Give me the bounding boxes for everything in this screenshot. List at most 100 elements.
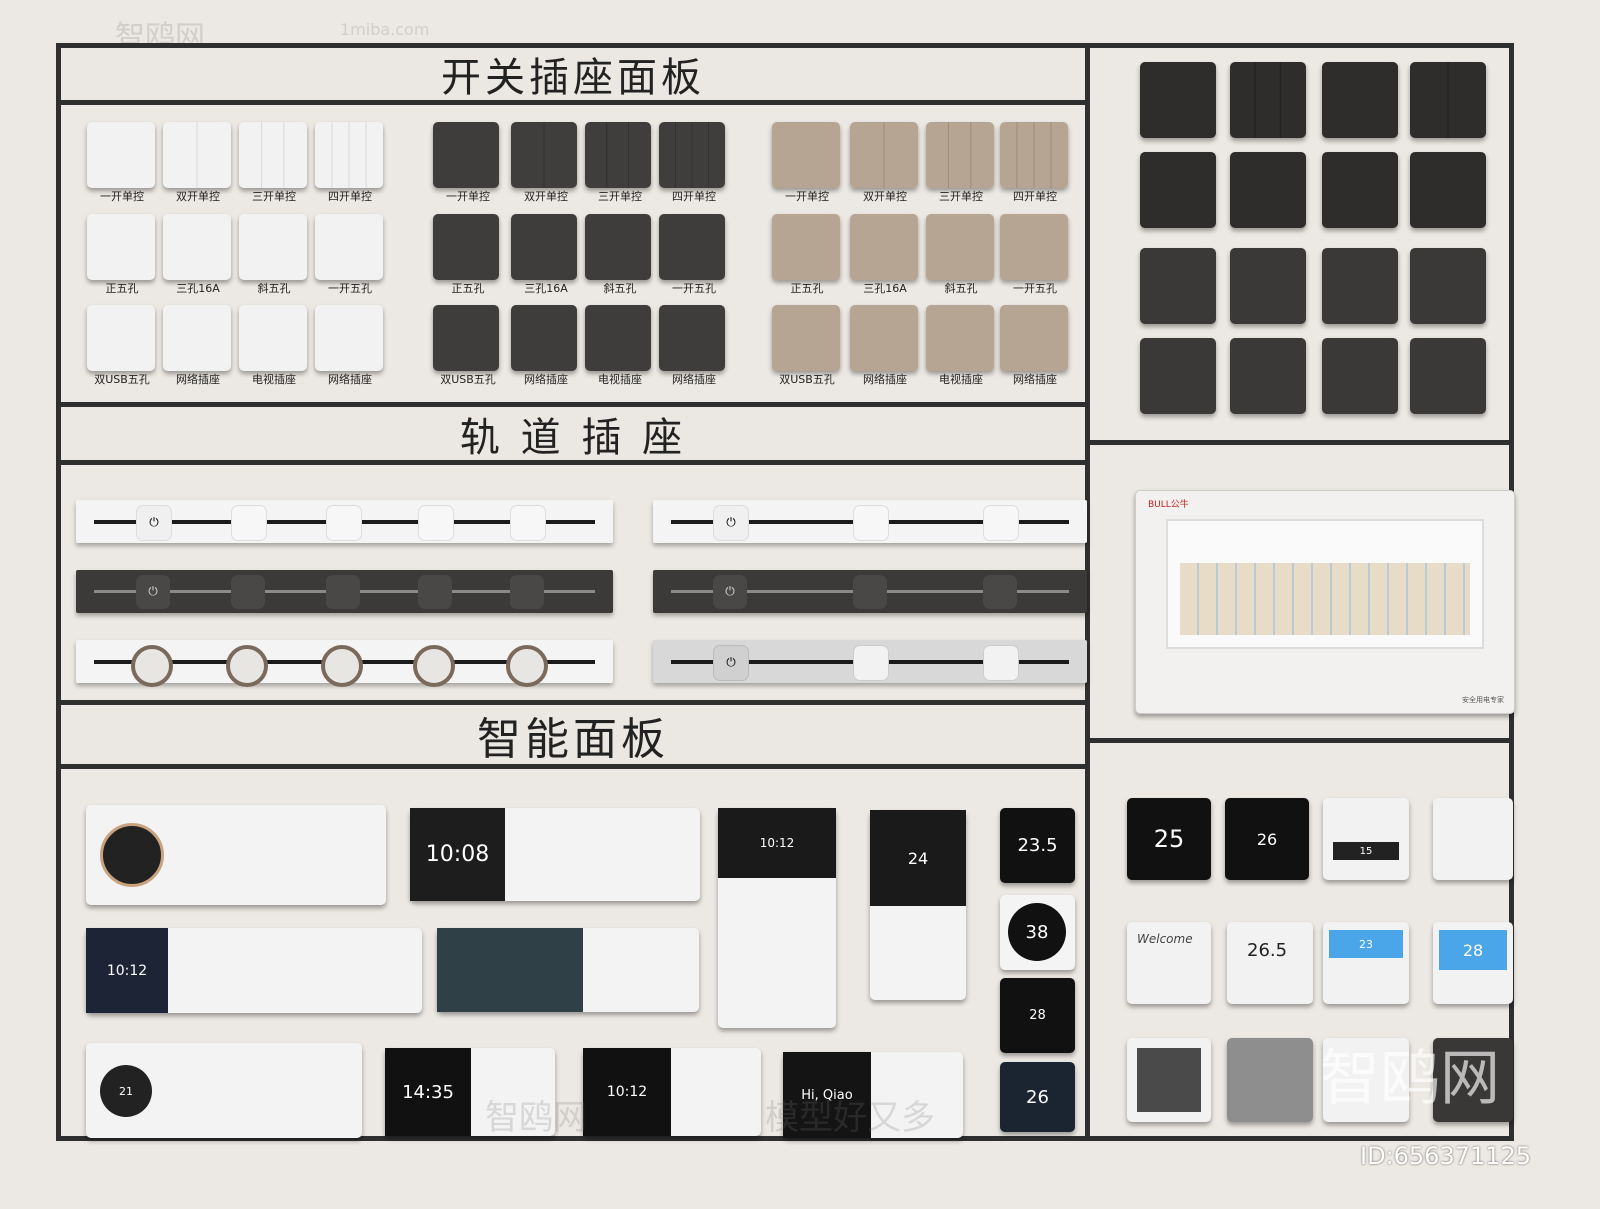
- white-dual-usb-socket: [87, 305, 155, 371]
- tan-network-socket-2: [1000, 305, 1068, 371]
- round-display: [100, 823, 164, 887]
- white-network-socket-2: [315, 305, 383, 371]
- round-socket: [321, 644, 363, 687]
- smart-panel-clock-1012-c: 10:12: [583, 1048, 761, 1136]
- section-title-smart-panels: 智能面板: [61, 705, 1085, 765]
- dark-4gang-switch: [659, 122, 725, 188]
- black-switch-3: [1322, 62, 1398, 138]
- label: 双USB五孔: [779, 373, 835, 386]
- black-usb-panel: [1322, 338, 1398, 414]
- breaker-brand: BULL公牛: [1148, 500, 1189, 510]
- divider-right-1: [1085, 440, 1514, 445]
- tan-4gang-switch: [1000, 122, 1068, 188]
- clock-screen: 10:08: [410, 808, 505, 901]
- breaker-caption: 安全用电专家: [1462, 696, 1504, 704]
- black-rocker-switch: [1410, 338, 1486, 414]
- thermostat-blue-23: 23: [1323, 922, 1409, 1004]
- media-screen: [437, 928, 583, 1012]
- black-curtain-switch: [1410, 62, 1486, 138]
- white-5pin-socket: [87, 214, 155, 280]
- dark-2gang-switch: [511, 122, 577, 188]
- power-button[interactable]: ⏻: [713, 644, 749, 681]
- smart-panel-media-screen: [437, 928, 699, 1012]
- socket-adapter: [983, 504, 1019, 541]
- socket-adapter: [326, 504, 362, 541]
- socket-adapter: [983, 644, 1019, 681]
- white-4gang-switch: [315, 122, 383, 188]
- thermostat-265-value: 26.5: [1247, 940, 1288, 961]
- socket-adapter: [418, 504, 454, 541]
- track-rail-white-2: ⏻: [653, 500, 1087, 543]
- image-id: ID:656371125: [1360, 1142, 1532, 1170]
- power-button[interactable]: ⏻: [136, 504, 172, 541]
- power-button[interactable]: ⏻: [713, 504, 749, 541]
- socket-adapter: [326, 574, 360, 609]
- round-socket: [226, 644, 268, 687]
- smart-panel-thermostat: 24: [870, 810, 966, 1000]
- black-switch-5: [1230, 152, 1306, 228]
- thermostat-lcd: [1433, 798, 1513, 880]
- thermostat-235: 23.5: [1000, 808, 1075, 883]
- white-1gang-switch: [87, 122, 155, 188]
- divider-right-2: [1085, 738, 1514, 743]
- power-button[interactable]: ⏻: [136, 574, 170, 609]
- thermostat-265: 26.5: [1227, 922, 1313, 1004]
- black-eu-socket: [1140, 152, 1216, 228]
- track-rail-grey: ⏻: [653, 640, 1087, 683]
- watermark-slogan: 模型好又多: [765, 1098, 935, 1138]
- thermostat-blue-28: 28: [1433, 922, 1513, 1004]
- breaker-row: [1180, 563, 1470, 635]
- switch-group-white: 一开单控 双开单控 三开单控 四开单控 正五孔 三孔16A 斜五孔 一开五孔 双…: [87, 122, 397, 397]
- smart-panel-clock-1008: 10:08: [410, 808, 700, 901]
- thermostat-screen: 24: [870, 810, 966, 906]
- switch-group-tan: 一开单控 双开单控 三开单控 四开单控 正五孔 三孔16A 斜五孔 一开五孔 双…: [772, 122, 1082, 397]
- hotel-welcome-panel: Welcome: [1127, 922, 1211, 1004]
- watermark-big: 智鸥网: [1320, 1044, 1500, 1114]
- label: 四开单控: [672, 190, 716, 203]
- label: 双USB五孔: [440, 373, 496, 386]
- black-switch-2: [1230, 62, 1306, 138]
- dark-1gang-switch: [433, 122, 499, 188]
- track-rail-dark-1: ⏻: [76, 570, 613, 613]
- black-dimmer-knob: [1322, 248, 1398, 324]
- tan-2gang-switch: [850, 122, 918, 188]
- black-dimmer-socket: [1230, 338, 1306, 414]
- breaker-box: BULL公牛 安全用电专家: [1135, 490, 1515, 714]
- tan-3gang-switch: [926, 122, 994, 188]
- tan-slant-5pin-socket: [926, 214, 994, 280]
- socket-adapter: [983, 574, 1017, 609]
- clock-screen: 14:35: [385, 1048, 471, 1136]
- track-rail-dark-2: ⏻: [653, 570, 1087, 613]
- white-3gang-switch: [239, 122, 307, 188]
- section-title-track-sockets: 轨 道 插 座: [61, 407, 1085, 461]
- label: 四开单控: [328, 190, 372, 203]
- tan-3pin-16a-socket: [850, 214, 918, 280]
- socket-adapter: [231, 574, 265, 609]
- white-2gang-switch: [163, 122, 231, 188]
- humidity-value: 38: [1008, 903, 1066, 961]
- thermostat-15-display: 15: [1333, 842, 1399, 860]
- black-data-socket: [1140, 248, 1216, 324]
- thermostat-25: 25: [1127, 798, 1211, 880]
- blue-lcd: 28: [1439, 930, 1507, 970]
- socket-adapter: [510, 504, 546, 541]
- dial-display: 21: [100, 1065, 152, 1117]
- card-slot-panel: [1227, 1038, 1313, 1122]
- round-socket: [506, 644, 548, 687]
- tan-switched-5pin-socket: [1000, 214, 1068, 280]
- label: 网络插座: [672, 373, 716, 386]
- knob-frame: [1137, 1048, 1201, 1112]
- socket-adapter: [510, 574, 544, 609]
- dark-network-socket: [511, 305, 577, 371]
- dark-3gang-switch: [585, 122, 651, 188]
- power-button[interactable]: ⏻: [713, 574, 747, 609]
- white-tv-socket: [239, 305, 307, 371]
- dark-5pin-socket: [433, 214, 499, 280]
- dark-slant-5pin-socket: [585, 214, 651, 280]
- round-humidity-display: 38: [1000, 895, 1075, 970]
- switch-group-dark: 一开单控 双开单控 三开单控 四开单控 正五孔 三孔16A 斜五孔 一开五孔 双…: [433, 122, 743, 397]
- dark-tv-socket: [585, 305, 651, 371]
- label: 一开五孔: [672, 282, 716, 295]
- tan-5pin-socket: [772, 214, 840, 280]
- white-3pin-16a-socket: [163, 214, 231, 280]
